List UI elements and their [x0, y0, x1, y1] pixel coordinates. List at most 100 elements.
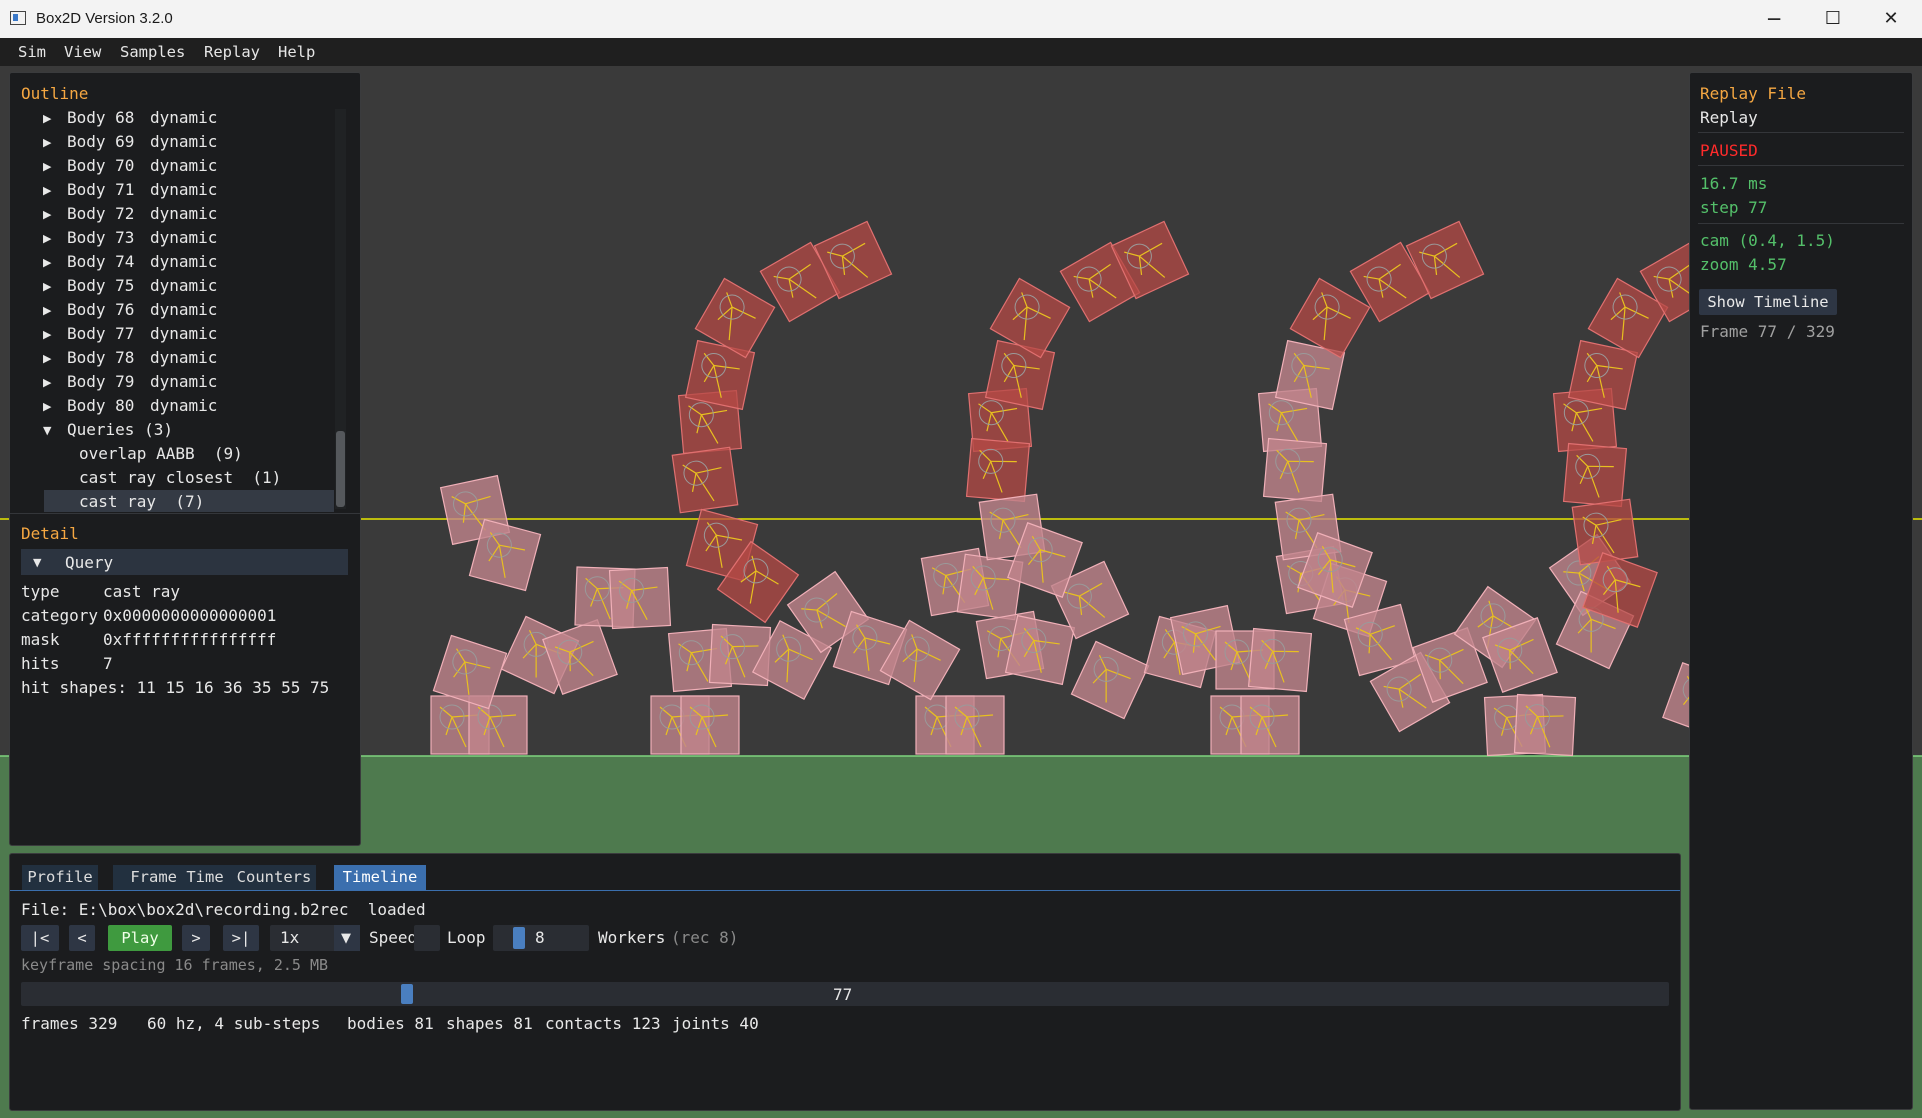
outline-scrollbar-thumb[interactable]	[336, 431, 345, 507]
replay-name: Replay	[1700, 108, 1758, 127]
expand-right-icon: ▶	[43, 280, 52, 293]
divider	[10, 513, 360, 514]
outline-body-item[interactable]: ▶ Body 69 dynamic	[30, 132, 330, 154]
detail-key-type: type	[21, 582, 60, 601]
outline-body-item[interactable]: ▶ Body 77 dynamic	[30, 324, 330, 346]
stat-bodies: bodies 81	[347, 1014, 434, 1033]
detail-header: Detail	[21, 524, 79, 543]
expand-right-icon: ▶	[43, 184, 52, 197]
show-timeline-button[interactable]: Show Timeline	[1699, 289, 1837, 315]
expand-right-icon: ▶	[43, 328, 52, 341]
menu-bar: Sim View Samples Replay Help	[0, 38, 1922, 66]
outline-body-item[interactable]: ▶ Body 76 dynamic	[30, 300, 330, 322]
last-frame-button[interactable]: >|	[223, 925, 259, 951]
stat-shapes: shapes 81	[446, 1014, 533, 1033]
timeline-slider[interactable]: 77	[21, 982, 1669, 1006]
body-type: dynamic	[150, 204, 218, 223]
detail-key-mask: mask	[21, 630, 60, 649]
outline-body-item[interactable]: ▶ Body 79 dynamic	[30, 372, 330, 394]
expand-right-icon: ▶	[43, 136, 52, 149]
outline-body-item[interactable]: ▶ Body 71 dynamic	[30, 180, 330, 202]
body-name: Body 78	[67, 348, 135, 367]
tab-timeline[interactable]: Timeline	[334, 865, 426, 890]
body-name: Body 68	[67, 108, 135, 127]
outline-body-item[interactable]: ▶ Body 78 dynamic	[30, 348, 330, 370]
minimize-button[interactable]: ─	[1745, 0, 1803, 38]
body-name: Body 77	[67, 324, 135, 343]
query-label: cast ray closest (1)	[79, 468, 282, 487]
detail-value-mask: 0xffffffffffffffff	[103, 630, 277, 649]
body-type: dynamic	[150, 252, 218, 271]
query-label: overlap AABB (9)	[79, 444, 243, 463]
workers-label: Workers	[598, 928, 666, 947]
tab-counters[interactable]: Counters	[232, 865, 316, 890]
outline-scrollbar[interactable]	[335, 109, 346, 509]
body-box	[1262, 437, 1328, 503]
outline-body-item[interactable]: ▶ Body 73 dynamic	[30, 228, 330, 250]
body-name: Body 69	[67, 132, 135, 151]
expand-right-icon: ▶	[43, 304, 52, 317]
speed-select[interactable]: 1x ▼	[270, 925, 360, 951]
dropdown-arrow-icon: ▼	[334, 925, 360, 951]
expand-right-icon: ▶	[43, 352, 52, 365]
body-type: dynamic	[150, 276, 218, 295]
tab-profile[interactable]: Profile	[22, 865, 98, 890]
loop-checkbox[interactable]	[414, 925, 440, 951]
queries-label: Queries (3)	[67, 420, 173, 439]
frame-ms: 16.7 ms	[1700, 174, 1768, 193]
timeline-frame-value: 77	[833, 985, 853, 1004]
tab-underline	[10, 890, 1680, 891]
body-name: Body 72	[67, 204, 135, 223]
menu-help[interactable]: Help	[278, 43, 315, 61]
outline-query-item[interactable]: cast ray (7)	[44, 490, 334, 512]
prev-frame-button[interactable]: <	[69, 925, 95, 951]
workers-slider-grab[interactable]	[513, 927, 525, 949]
body-name: Body 80	[67, 396, 135, 415]
menu-sim[interactable]: Sim	[18, 43, 46, 61]
outline-queries-node[interactable]: ▼ Queries (3)	[30, 420, 330, 442]
timeline-slider-grab[interactable]	[400, 984, 413, 1004]
app-icon	[10, 11, 26, 25]
body-box	[680, 695, 740, 755]
step-count: step 77	[1700, 198, 1768, 217]
detail-key-category: category	[21, 606, 99, 625]
first-frame-button[interactable]: |<	[21, 925, 59, 951]
outline-body-item[interactable]: ▶ Body 74 dynamic	[30, 252, 330, 274]
speed-value: 1x	[280, 928, 300, 947]
outline-body-item[interactable]: ▶ Body 68 dynamic	[30, 108, 330, 130]
body-name: Body 74	[67, 252, 135, 271]
body-type: dynamic	[150, 108, 218, 127]
tab-frame-time[interactable]: Frame Time	[113, 865, 241, 890]
menu-view[interactable]: View	[64, 43, 101, 61]
camera-position: cam (0.4, 1.5)	[1700, 231, 1835, 250]
workers-recorded: (rec 8)	[671, 928, 739, 947]
play-button[interactable]: Play	[108, 925, 172, 951]
frame-counter: Frame 77 / 329	[1700, 322, 1835, 341]
body-box	[1513, 693, 1577, 757]
expand-down-icon: ▼	[43, 424, 52, 437]
body-box	[1240, 695, 1300, 755]
expand-right-icon: ▶	[43, 232, 52, 245]
workers-slider[interactable]: 8	[493, 925, 589, 951]
outline-body-item[interactable]: ▶ Body 75 dynamic	[30, 276, 330, 298]
menu-samples[interactable]: Samples	[120, 43, 185, 61]
body-box	[671, 446, 739, 514]
body-type: dynamic	[150, 396, 218, 415]
expand-down-icon: ▼	[33, 556, 42, 569]
detail-hit-shapes: hit shapes: 11 15 16 36 35 55 75	[21, 678, 330, 697]
body-box	[1562, 442, 1628, 508]
detail-key-hits: hits	[21, 654, 60, 673]
query-section-header[interactable]: ▼ Query	[21, 549, 348, 575]
outline-query-item[interactable]: overlap AABB (9)	[44, 442, 334, 464]
menu-replay[interactable]: Replay	[204, 43, 260, 61]
outline-body-item[interactable]: ▶ Body 70 dynamic	[30, 156, 330, 178]
body-name: Body 71	[67, 180, 135, 199]
outline-query-item[interactable]: cast ray closest (1)	[44, 466, 334, 488]
outline-body-item[interactable]: ▶ Body 72 dynamic	[30, 204, 330, 226]
expand-right-icon: ▶	[43, 112, 52, 125]
maximize-button[interactable]: ☐	[1804, 0, 1862, 38]
outline-body-item[interactable]: ▶ Body 80 dynamic	[30, 396, 330, 418]
body-type: dynamic	[150, 156, 218, 175]
close-button[interactable]: ✕	[1862, 0, 1920, 38]
next-frame-button[interactable]: >	[182, 925, 210, 951]
